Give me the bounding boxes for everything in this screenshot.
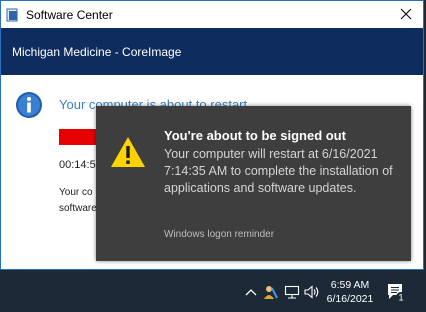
taskbar-clock[interactable]: 6:59 AM 6/16/2021	[324, 278, 376, 306]
chevron-up-icon	[245, 289, 257, 296]
app-icon	[6, 8, 20, 22]
body-text-line-2: software	[59, 203, 97, 214]
restart-progress-bar	[59, 129, 99, 145]
window-title: Software Center	[26, 7, 113, 22]
signout-toast-notification[interactable]: You're about to be signed out Your compu…	[96, 106, 411, 261]
notification-icon: 1	[388, 284, 406, 303]
show-hidden-icons-button[interactable]	[244, 284, 258, 300]
org-banner: Michigan Medicine - CoreImage	[1, 28, 423, 75]
close-button[interactable]	[397, 5, 415, 23]
toast-title: You're about to be signed out	[164, 128, 346, 143]
network-button[interactable]	[284, 284, 300, 300]
action-center-button[interactable]: 1	[386, 282, 406, 303]
tray-user-icon-button[interactable]	[263, 284, 279, 300]
toast-source: Windows logon reminder	[164, 229, 275, 240]
toast-message: Your computer will restart at 6/16/2021 …	[164, 147, 393, 195]
warning-icon	[111, 137, 145, 167]
title-bar: Software Center	[1, 1, 423, 28]
info-icon	[16, 92, 42, 118]
body-text-line-1: Your co	[59, 187, 93, 198]
network-icon	[284, 285, 300, 299]
banner-text: Michigan Medicine - CoreImage	[12, 44, 182, 59]
volume-button[interactable]	[304, 284, 320, 300]
notification-count: 1	[398, 293, 403, 303]
clock-date: 6/16/2021	[326, 293, 374, 305]
clock-time: 6:59 AM	[330, 279, 370, 291]
volume-icon	[304, 285, 319, 299]
user-icon	[264, 286, 278, 299]
close-icon	[400, 8, 412, 20]
